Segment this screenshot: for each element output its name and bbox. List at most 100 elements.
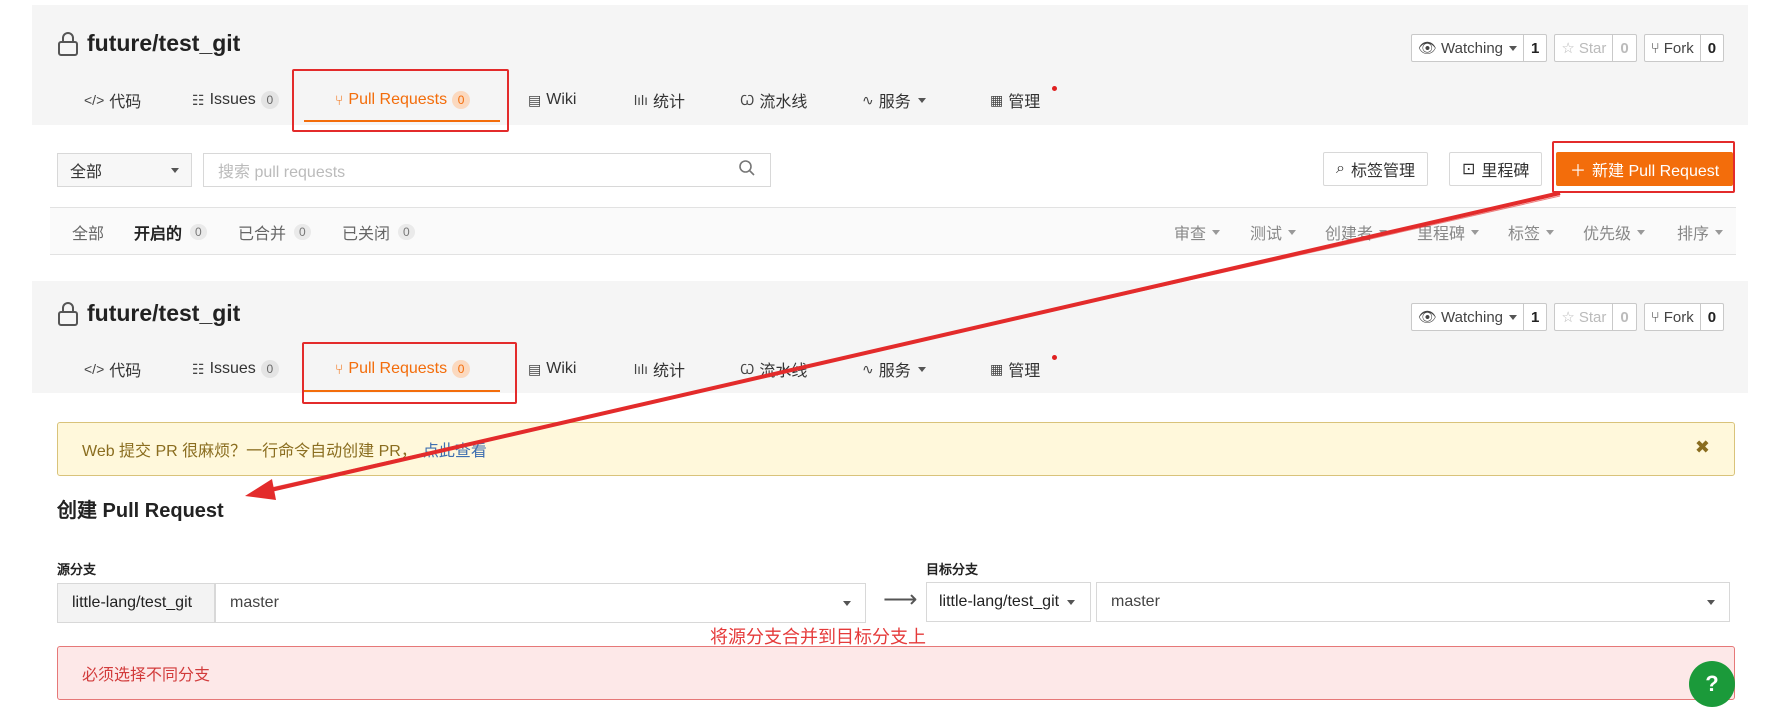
state-all[interactable]: 全部 [72, 208, 104, 256]
issues-count-badge: 0 [260, 360, 279, 378]
tab-services[interactable]: ∿ 服务 [862, 80, 926, 120]
state-merged[interactable]: 已合并 0 [238, 208, 311, 256]
source-repo: little-lang/test_git [57, 583, 215, 623]
sort-creator[interactable]: 创建者 [1325, 208, 1388, 256]
issues-count-badge: 0 [260, 91, 279, 109]
plus-icon: ＋ [1570, 163, 1587, 180]
pull-request-icon: ⑂ [335, 361, 344, 377]
repo-title-top: future/test_git [57, 30, 240, 57]
repo-tabs-top: </> 代码 ☷ Issues 0 ⑂ Pull Requests 0 ▤ Wiki lıl… [50, 80, 1057, 120]
chevron-down-icon [1471, 229, 1480, 235]
chevron-down-icon [1715, 229, 1724, 235]
sort-order[interactable]: 排序 [1677, 208, 1724, 256]
pr-count-badge: 0 [452, 360, 471, 378]
tab-manage[interactable]: ▦ 管理 [990, 80, 1057, 120]
tab-code[interactable]: </> 代码 [84, 80, 141, 120]
tab-services[interactable]: ∿ 服务 [862, 349, 926, 389]
new-pull-request-button[interactable]: ＋新建 Pull Request [1556, 152, 1734, 186]
pipeline-icon: Ꞷ [740, 360, 755, 377]
tab-manage[interactable]: ▦ 管理 [990, 349, 1057, 389]
sort-milestone[interactable]: 里程碑 [1417, 208, 1480, 256]
tab-issues[interactable]: ☷ Issues 0 [192, 349, 279, 389]
search-input[interactable]: 搜索 pull requests [203, 153, 771, 187]
wiki-icon: ▤ [528, 91, 542, 108]
sort-review[interactable]: 审查 [1174, 208, 1221, 256]
watch-button[interactable]: 👁 Watching 1 [1411, 34, 1548, 62]
watch-button[interactable]: 👁 Watching 1 [1411, 303, 1548, 331]
tab-pipeline[interactable]: Ꞷ 流水线 [740, 349, 807, 389]
notice-link[interactable]: 点此查看 [423, 437, 487, 461]
fork-count[interactable]: 0 [1699, 35, 1723, 61]
repo-title-bottom: future/test_git [57, 300, 240, 327]
star-button[interactable]: ☆ Star 0 [1554, 303, 1637, 331]
chevron-down-icon [843, 600, 851, 606]
repo-name[interactable]: future/test_git [87, 300, 240, 327]
pulse-icon: ∿ [862, 360, 874, 377]
star-count[interactable]: 0 [1612, 35, 1635, 61]
star-icon: ☆ [1561, 40, 1575, 57]
tab-code[interactable]: </> 代码 [84, 349, 141, 389]
help-button[interactable]: ? [1689, 661, 1735, 707]
milestone-button[interactable]: ⊡ 里程碑 [1449, 152, 1543, 186]
target-repo-select[interactable]: little-lang/test_git [926, 582, 1091, 622]
pull-request-icon: ⑂ [335, 92, 344, 108]
star-icon: ☆ [1561, 309, 1575, 326]
chevron-down-icon [1212, 229, 1221, 235]
error-message: 必须选择不同分支 [57, 646, 1735, 700]
watch-count[interactable]: 1 [1523, 35, 1546, 61]
star-count[interactable]: 0 [1612, 304, 1635, 330]
fork-icon: ⑂ [1650, 39, 1660, 57]
star-button[interactable]: ☆ Star 0 [1554, 34, 1637, 62]
state-closed[interactable]: 已关闭 0 [342, 208, 415, 256]
notice-text: Web 提交 PR 很麻烦？一行命令自动创建 PR， [82, 443, 417, 460]
chevron-down-icon [917, 97, 926, 103]
code-icon: </> [84, 92, 105, 108]
fork-button[interactable]: ⑂ Fork 0 [1643, 34, 1725, 62]
sort-label[interactable]: 标签 [1508, 208, 1555, 256]
tab-pull-requests[interactable]: ⑂ Pull Requests 0 [335, 349, 471, 389]
watch-count[interactable]: 1 [1523, 304, 1546, 330]
repo-actions-bottom: 👁 Watching 1 ☆ Star 0 ⑂ Fork 0 [1411, 303, 1725, 331]
tab-issues[interactable]: ☷ Issues 0 [192, 80, 279, 120]
manage-icon: ▦ [990, 360, 1004, 377]
tab-pipeline[interactable]: Ꞷ 流水线 [740, 80, 807, 120]
target-branch-select[interactable]: master [1096, 582, 1730, 622]
eye-icon: 👁 [1418, 309, 1438, 326]
state-open[interactable]: 开启的 0 [134, 208, 207, 256]
pipeline-icon: Ꞷ [740, 91, 755, 108]
repo-actions-top: 👁 Watching 1 ☆ Star 0 ⑂ Fork 0 [1411, 34, 1725, 62]
eye-icon: 👁 [1418, 40, 1438, 57]
tab-pull-requests[interactable]: ⑂ Pull Requests 0 [335, 80, 471, 120]
tab-stats[interactable]: lılı 统计 [634, 80, 685, 120]
source-branch-select[interactable]: master [215, 583, 866, 623]
close-icon[interactable]: ✖ [1695, 437, 1710, 458]
label-manage-button[interactable]: ⌕ 标签管理 [1323, 152, 1428, 186]
chevron-down-icon [1288, 229, 1297, 235]
chevron-down-icon [1509, 314, 1518, 320]
sort-test[interactable]: 测试 [1250, 208, 1297, 256]
stats-icon: lılı [634, 361, 648, 377]
chevron-down-icon [1067, 599, 1076, 605]
fork-count[interactable]: 0 [1699, 304, 1723, 330]
target-branch-label: 目标分支 [926, 562, 979, 577]
tag-icon: ⌕ [1336, 160, 1345, 177]
scope-select[interactable]: 全部 [57, 153, 192, 187]
notification-dot [1052, 355, 1057, 360]
tab-wiki[interactable]: ▤ Wiki [528, 349, 576, 389]
issues-icon: ☷ [192, 91, 205, 108]
sort-priority[interactable]: 优先级 [1583, 208, 1646, 256]
manage-icon: ▦ [990, 91, 1004, 108]
tab-wiki[interactable]: ▤ Wiki [528, 80, 576, 120]
tab-stats[interactable]: lılı 统计 [634, 349, 685, 389]
notification-dot [1052, 86, 1057, 91]
active-tab-underline [304, 390, 500, 392]
chevron-down-icon [917, 366, 926, 372]
repo-name[interactable]: future/test_git [87, 30, 240, 57]
pulse-icon: ∿ [862, 91, 874, 108]
fork-button[interactable]: ⑂ Fork 0 [1643, 303, 1725, 331]
active-tab-underline [304, 120, 500, 122]
chevron-down-icon [1379, 229, 1388, 235]
chevron-down-icon [1637, 229, 1646, 235]
chevron-down-icon [1707, 599, 1715, 605]
pr-state-bar: 全部 开启的 0 已合并 0 已关闭 0 审查 测试 创建者 里程碑 标签 优先级 排… [50, 207, 1736, 255]
